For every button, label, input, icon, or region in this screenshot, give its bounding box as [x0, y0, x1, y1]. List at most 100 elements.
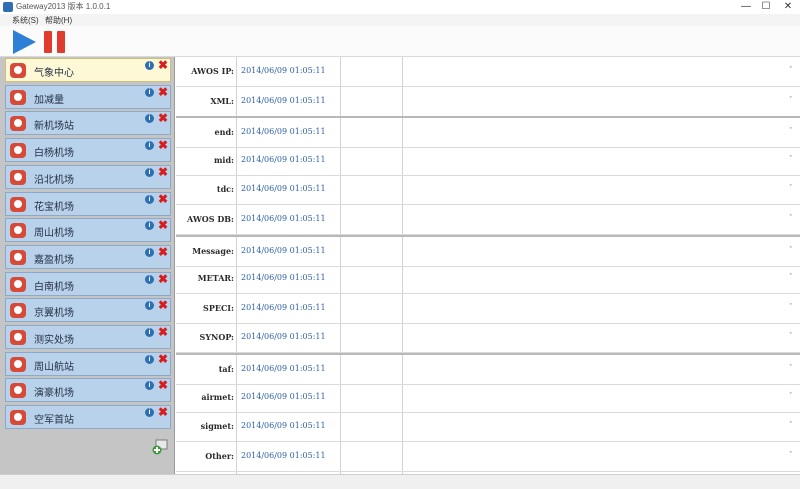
menu-help[interactable]: 帮助(H) [45, 15, 72, 26]
row-timestamp: 2014/06/09 01:05:11 [241, 154, 326, 164]
sidebar-station-item[interactable]: 新机场站 i ✖ [5, 111, 171, 136]
info-icon[interactable]: i [145, 194, 154, 204]
row-marker-icon: ▪ [789, 389, 792, 397]
menu-system[interactable]: 系统(S) [12, 15, 39, 26]
info-icon[interactable]: i [145, 87, 154, 97]
row-marker-icon: ▪ [789, 419, 792, 427]
delete-icon[interactable]: ✖ [158, 112, 168, 124]
station-icon [10, 116, 26, 132]
info-icon[interactable]: i [145, 274, 154, 284]
delete-icon[interactable]: ✖ [158, 139, 168, 151]
delete-icon[interactable]: ✖ [158, 246, 168, 258]
status-row: tdc: 2014/06/09 01:05:11 ▪ [176, 175, 800, 206]
maximize-button[interactable]: ☐ [756, 0, 776, 14]
station-label: 空军首站 [34, 415, 74, 427]
station-label: 嘉盈机场 [34, 254, 74, 266]
minimize-button[interactable]: — [736, 0, 756, 14]
row-timestamp: 2014/06/09 01:05:11 [241, 450, 326, 460]
app-icon [3, 2, 13, 12]
status-row: Message: 2014/06/09 01:05:11 ▪ [176, 234, 800, 267]
row-timestamp: 2014/06/09 01:05:11 [241, 364, 326, 373]
info-icon[interactable]: i [145, 247, 154, 257]
status-grid: AWOS IP: 2014/06/09 01:05:11 ▪ XML: 2014/06/… [176, 57, 800, 474]
delete-icon[interactable]: ✖ [158, 86, 168, 98]
sidebar-station-item[interactable]: 气象中心 i ✖ [5, 58, 171, 82]
close-window-button[interactable]: ✕ [778, 0, 798, 14]
station-icon [10, 330, 26, 345]
add-station-icon[interactable] [152, 439, 168, 455]
station-icon [10, 63, 26, 78]
row-marker-icon: ▪ [789, 125, 792, 133]
sidebar-station-item[interactable]: 白南机场 i ✖ [5, 271, 171, 296]
station-icon [10, 169, 26, 185]
row-label: airmet: [201, 391, 234, 402]
row-label: AWOS DB: [187, 214, 234, 224]
station-icon [10, 196, 26, 212]
row-timestamp: 2014/06/09 01:05:11 [241, 302, 326, 312]
station-label: 花宝机场 [34, 201, 74, 213]
sidebar-station-item[interactable]: 演豪机场 i ✖ [5, 378, 171, 403]
delete-icon[interactable]: ✖ [158, 326, 168, 338]
info-icon[interactable]: i [145, 221, 154, 231]
delete-icon[interactable]: ✖ [158, 353, 168, 365]
title-bar: Gateway2013 版本 1.0.0.1 — ☐ ✕ [0, 0, 800, 15]
info-icon[interactable]: i [145, 114, 154, 124]
play-icon [13, 30, 36, 54]
delete-icon[interactable]: ✖ [158, 299, 168, 311]
row-label: METAR: [197, 273, 234, 284]
sidebar-station-item[interactable]: 周山航站 i ✖ [5, 351, 171, 376]
stop-button[interactable] [42, 29, 68, 55]
info-icon[interactable]: i [145, 61, 154, 70]
row-timestamp: 2014/06/09 01:05:11 [241, 273, 326, 283]
station-label: 加减量 [34, 94, 64, 106]
row-timestamp: 2014/06/09 01:05:11 [241, 95, 326, 105]
row-label: end: [214, 127, 234, 138]
delete-icon[interactable]: ✖ [158, 406, 168, 418]
sidebar-station-item[interactable]: 测实处场 i ✖ [5, 325, 171, 349]
info-icon[interactable]: i [145, 167, 154, 177]
delete-icon[interactable]: ✖ [158, 379, 168, 391]
sidebar-station-item[interactable]: 沿北机场 i ✖ [5, 164, 171, 189]
row-label: XML: [210, 95, 234, 106]
status-row: mid: 2014/06/09 01:05:11 ▪ [176, 146, 800, 176]
info-icon[interactable]: i [145, 141, 154, 151]
sidebar-station-item[interactable]: 加减量 i ✖ [5, 84, 171, 109]
row-timestamp: 2014/06/09 01:05:11 [241, 245, 326, 255]
sidebar-station-item[interactable]: 周山机场 i ✖ [5, 218, 171, 243]
sidebar-station-item[interactable]: 嘉盈机场 i ✖ [5, 244, 171, 269]
station-icon [10, 223, 26, 239]
row-label: SPECI: [203, 302, 234, 313]
row-marker-icon: ▪ [789, 64, 792, 71]
row-timestamp: 2014/06/09 01:05:11 [241, 214, 326, 223]
row-label: mid: [213, 154, 234, 165]
row-label: Other: [205, 450, 234, 461]
station-label: 白南机场 [34, 281, 74, 293]
info-icon[interactable]: i [145, 381, 154, 391]
sidebar-station-item[interactable]: 白杨机场 i ✖ [5, 138, 171, 163]
row-marker-icon: ▪ [789, 362, 792, 369]
delete-icon[interactable]: ✖ [158, 273, 168, 285]
status-row: Other: 2014/06/09 01:05:11 ▪ [176, 442, 800, 472]
row-marker-icon: ▪ [789, 330, 792, 338]
station-icon [10, 143, 26, 159]
status-row: taf: 2014/06/09 01:05:11 ▪ [176, 353, 800, 385]
sidebar-station-item[interactable]: 花宝机场 i ✖ [5, 191, 171, 216]
delete-icon[interactable]: ✖ [158, 193, 168, 205]
start-button[interactable] [10, 29, 38, 55]
info-icon[interactable]: i [145, 354, 154, 364]
station-label: 周山航站 [34, 361, 74, 373]
delete-icon[interactable]: ✖ [158, 166, 168, 178]
delete-icon[interactable]: ✖ [158, 219, 168, 231]
station-icon [10, 249, 26, 265]
status-row: sigmet: 2014/06/09 01:05:11 ▪ [176, 412, 800, 443]
sidebar-station-item[interactable]: 京翼机场 i ✖ [5, 298, 171, 323]
info-icon[interactable]: i [145, 408, 154, 418]
row-label: AWOS IP: [191, 66, 234, 76]
menu-bar: 系统(S) 帮助(H) [0, 14, 800, 26]
row-marker-icon: ▪ [789, 93, 792, 101]
info-icon[interactable]: i [145, 328, 154, 337]
info-icon[interactable]: i [145, 301, 154, 311]
row-marker-icon: ▪ [789, 271, 792, 279]
delete-icon[interactable]: ✖ [158, 59, 168, 71]
sidebar-station-item[interactable]: 空军首站 i ✖ [5, 405, 171, 430]
